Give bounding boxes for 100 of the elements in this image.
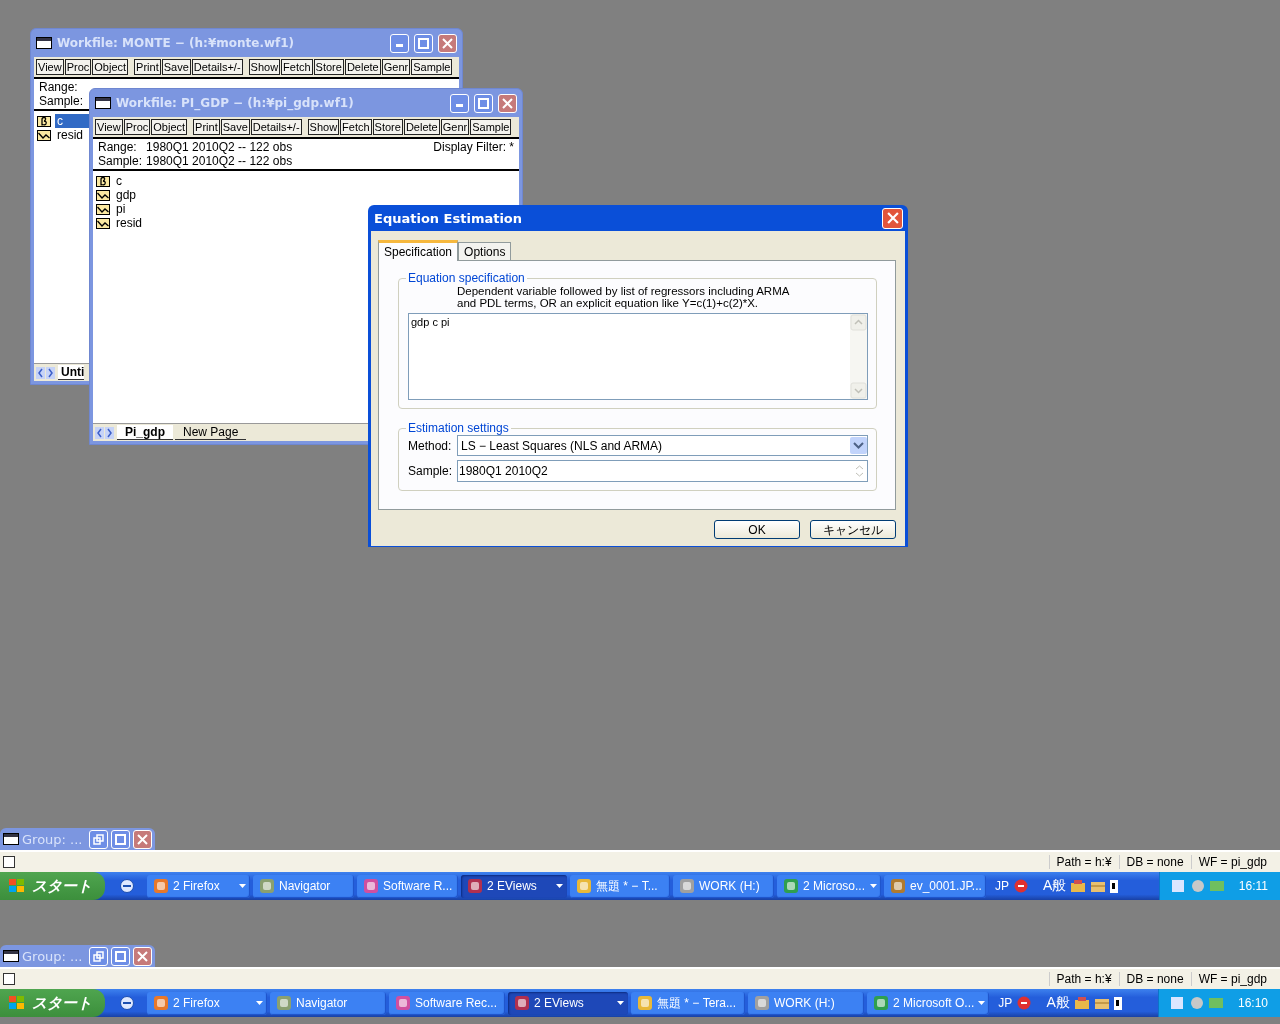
minimize-button[interactable]: [390, 33, 409, 53]
toolbar-button[interactable]: Object: [92, 59, 129, 75]
scroll-up-icon[interactable]: [850, 314, 867, 331]
toolbar-button[interactable]: Save: [220, 119, 250, 135]
app-icon: [395, 995, 411, 1011]
close-button[interactable]: [498, 93, 517, 113]
stop-icon[interactable]: [1016, 995, 1033, 1011]
taskbar-button[interactable]: 2 Firefox: [147, 874, 250, 898]
toolbar-button[interactable]: View: [95, 119, 123, 135]
toolbar-button[interactable]: Fetch: [340, 119, 372, 135]
scroll-down-icon[interactable]: [850, 382, 867, 399]
dialog-tab[interactable]: Specification: [378, 240, 459, 261]
method-dropdown[interactable]: LS − Least Squares (NLS and ARMA): [457, 435, 868, 456]
close-button[interactable]: [133, 829, 152, 849]
checkbox[interactable]: [3, 973, 15, 985]
maximize-icon: [115, 950, 126, 962]
close-icon: [442, 37, 453, 49]
page-tab[interactable]: Unti: [58, 365, 85, 380]
taskbar-button[interactable]: ev_0001.JP...: [884, 874, 986, 898]
toolbar-button[interactable]: Print: [193, 119, 220, 135]
maximize-button[interactable]: [474, 93, 493, 113]
taskbar-button[interactable]: 2 Microsoft O...: [867, 991, 990, 1015]
start-button[interactable]: スタート: [0, 989, 105, 1017]
object-item[interactable]: c: [114, 174, 124, 188]
taskbar-button[interactable]: Software Rec...: [389, 991, 505, 1015]
toolbar-button[interactable]: Show: [248, 59, 281, 75]
object-item[interactable]: gdp: [114, 188, 139, 202]
toolbar-button[interactable]: Delete: [344, 59, 381, 75]
series-icon: [96, 203, 110, 215]
maximize-icon: [418, 37, 429, 49]
caret-icon: [870, 884, 877, 888]
restore-button[interactable]: [89, 829, 108, 849]
toolbar-button[interactable]: Genr: [440, 119, 470, 135]
taskbar-button[interactable]: WORK (H:): [748, 991, 864, 1015]
status-text: Path = h:¥: [1048, 855, 1119, 869]
taskbar-button[interactable]: Navigator: [270, 991, 386, 1015]
toolbar-button[interactable]: Show: [307, 119, 340, 135]
toolbox-icon[interactable]: [1070, 879, 1087, 893]
close-button[interactable]: [133, 946, 152, 966]
toolbar-button[interactable]: Details+/-: [191, 59, 243, 75]
page-tab[interactable]: Pi_gdp: [117, 425, 173, 440]
page-tab[interactable]: New Page: [175, 425, 247, 440]
app-icon: [259, 878, 275, 894]
specification-hint: Dependent variable followed by list of regressors including ARMA and PDL terms, OR an explicit equation like Y=c(1)+c(2)*X.: [457, 285, 791, 309]
dialog-tab[interactable]: Options: [458, 242, 512, 260]
taskbar-button[interactable]: 無題 * − Tera...: [631, 991, 745, 1015]
toolbar-button[interactable]: Save: [161, 59, 191, 75]
taskbar-button[interactable]: 2 EViews: [461, 874, 567, 898]
toolbar-button[interactable]: Store: [313, 59, 344, 75]
object-item[interactable]: resid: [55, 128, 85, 142]
minimize-button[interactable]: [450, 93, 469, 113]
stop-icon[interactable]: [1013, 878, 1029, 894]
page-scroll-arrows-icon[interactable]: [95, 426, 115, 439]
taskbar-button[interactable]: Navigator: [253, 874, 354, 898]
close-button[interactable]: [882, 207, 903, 229]
maximize-button[interactable]: [111, 829, 130, 849]
taskbar-button[interactable]: 2 EViews: [508, 991, 628, 1015]
ime-indicator[interactable]: A般: [1046, 994, 1070, 1012]
object-item[interactable]: resid: [114, 216, 144, 230]
sample-label: Sample:: [98, 154, 143, 168]
status-text: WF = pi_gdp: [1190, 855, 1274, 869]
toolbar-button[interactable]: Delete: [403, 119, 440, 135]
sample-field[interactable]: 1980Q1 2010Q2: [457, 460, 868, 482]
taskbar-button[interactable]: 2 Firefox: [147, 991, 267, 1015]
language-indicator[interactable]: JP: [995, 879, 1009, 893]
taskbar-button[interactable]: 無題 * − T...: [570, 874, 670, 898]
series-icon: [37, 129, 51, 141]
cancel-button[interactable]: キャンセル: [810, 520, 896, 539]
toolbar-button[interactable]: Proc: [64, 59, 92, 75]
taskbar-button[interactable]: 2 Microso...: [777, 874, 881, 898]
help-icon[interactable]: [1110, 879, 1119, 893]
toolbar-button[interactable]: Sample: [470, 119, 512, 135]
toolbar-button[interactable]: Print: [134, 59, 161, 75]
range-label: Range:: [98, 140, 138, 154]
page-scroll-arrows-icon[interactable]: [36, 366, 56, 379]
range-label: Range:: [39, 80, 79, 94]
method-label: Method:: [408, 438, 449, 453]
toolbar-button[interactable]: Details+/-: [250, 119, 302, 135]
language-indicator[interactable]: JP: [998, 996, 1013, 1010]
taskbar-button[interactable]: WORK (H:): [673, 874, 774, 898]
restore-button[interactable]: [89, 946, 108, 966]
maximize-button[interactable]: [414, 33, 433, 53]
toolbar-button[interactable]: Genr: [381, 59, 411, 75]
toolbar-button[interactable]: Proc: [123, 119, 151, 135]
checkbox[interactable]: [3, 856, 15, 868]
object-item[interactable]: pi: [114, 202, 128, 216]
toolbar-button[interactable]: Object: [151, 119, 188, 135]
toolbar-button[interactable]: View: [36, 59, 64, 75]
toolbox-icon[interactable]: [1073, 996, 1090, 1010]
close-button[interactable]: [438, 33, 457, 53]
range-value: 1980Q1 2010Q2 -- 122 obs: [146, 140, 293, 154]
taskbar-button[interactable]: Software R...: [357, 874, 458, 898]
help-icon[interactable]: [1113, 996, 1122, 1010]
ok-button[interactable]: OK: [714, 520, 800, 539]
ime-indicator[interactable]: A般: [1043, 877, 1067, 895]
start-button[interactable]: スタート: [0, 872, 105, 900]
toolbar-button[interactable]: Sample: [411, 59, 453, 75]
toolbar-button[interactable]: Store: [372, 119, 403, 135]
maximize-button[interactable]: [111, 946, 130, 966]
toolbar-button[interactable]: Fetch: [281, 59, 313, 75]
